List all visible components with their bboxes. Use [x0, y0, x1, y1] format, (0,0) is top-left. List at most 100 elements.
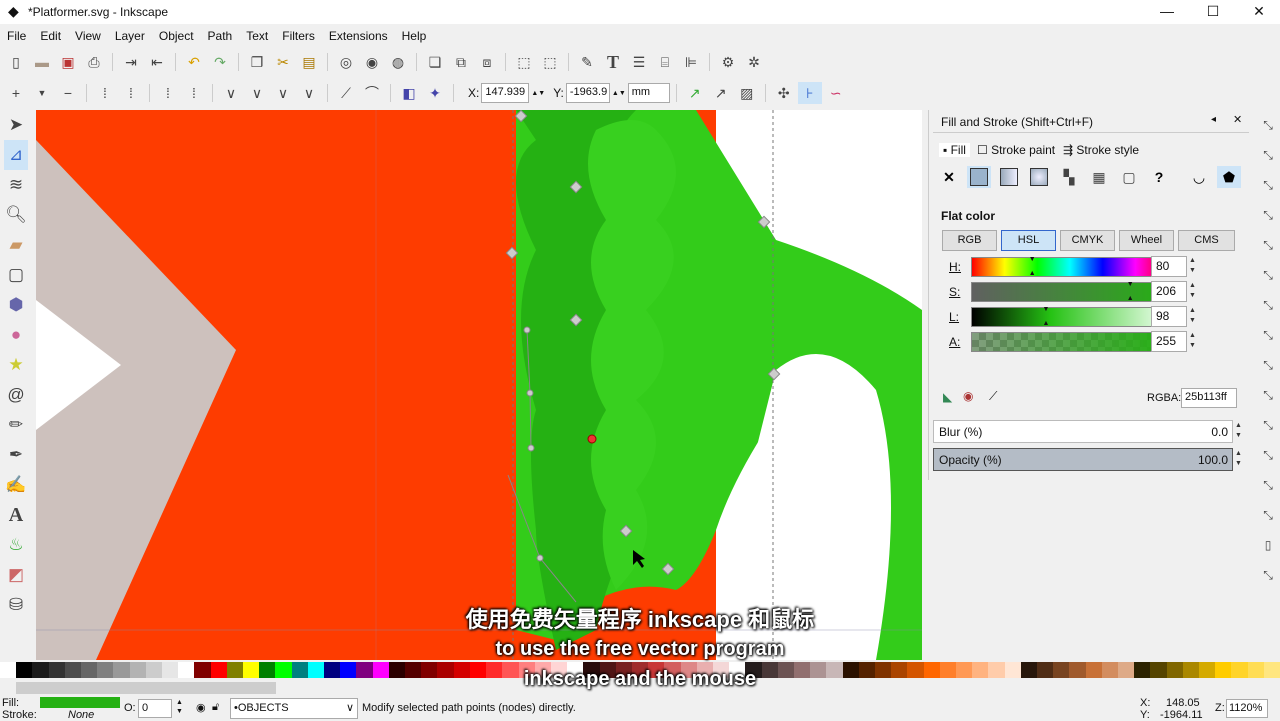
snap-bbox-icon[interactable]: ⤡ — [1256, 140, 1280, 170]
panel-collapse-icon[interactable]: ◂ — [1211, 114, 1216, 125]
color-picker-icon[interactable]: ⟋ — [989, 389, 997, 404]
stroke-indicator[interactable]: None — [68, 709, 94, 721]
no-paint-icon[interactable]: ✕ — [937, 166, 961, 188]
align-icon[interactable]: ⊫ — [679, 51, 703, 73]
mode-cmyk-button[interactable]: CMYK — [1060, 230, 1115, 251]
status-opacity-input[interactable]: 0 — [138, 699, 172, 718]
break-path-icon[interactable]: ⁞ — [119, 82, 143, 104]
3d-box-tool-icon[interactable]: ⬢ — [4, 290, 28, 320]
zoom-tool-icon[interactable]: 🔍︎ — [4, 200, 28, 230]
join-segment-icon[interactable]: ⁞ — [156, 82, 180, 104]
layers-icon[interactable]: ☰ — [627, 51, 651, 73]
pattern-icon[interactable]: ▦ — [1087, 166, 1111, 188]
saturation-slider[interactable]: ▼ ▲ — [971, 281, 1169, 302]
clone-icon[interactable]: ❏ — [423, 51, 447, 73]
unset-paint-icon[interactable]: ? — [1147, 166, 1171, 188]
unit-select[interactable]: mm — [627, 83, 670, 103]
close-button[interactable]: ✕ — [1236, 0, 1280, 24]
zoom-drawing-icon[interactable]: ◉ — [360, 51, 384, 73]
snap-toggle-icon[interactable]: ⤡ — [1256, 110, 1280, 140]
raise-icon[interactable]: ⬚ — [538, 51, 562, 73]
show-bezier-handles-icon[interactable]: ⊦ — [797, 82, 822, 104]
measure-tool-icon[interactable]: ▰ — [4, 230, 28, 260]
tab-stroke-style[interactable]: ⇶ Stroke style — [1063, 143, 1139, 157]
panel-close-icon[interactable]: ✕ — [1233, 113, 1242, 126]
lower-icon[interactable]: ⬚ — [512, 51, 536, 73]
ellipse-tool-icon[interactable]: ● — [4, 320, 28, 350]
snap-bbox-corner-icon[interactable]: ⤡ — [1256, 200, 1280, 230]
smooth-node-icon[interactable]: ∨ — [245, 82, 269, 104]
xml-editor-icon[interactable]: ⌸ — [653, 51, 677, 73]
menu-object[interactable]: Object — [152, 26, 201, 46]
menu-extensions[interactable]: Extensions — [322, 26, 395, 46]
fill-stroke-icon[interactable]: ✎ — [575, 51, 599, 73]
undo-icon[interactable]: ↶ — [182, 51, 206, 73]
menu-path[interactable]: Path — [201, 26, 240, 46]
segment-line-icon[interactable]: ⟋ — [334, 82, 358, 104]
x-spinner[interactable]: ▲▼ — [531, 90, 545, 97]
y-spinner[interactable]: ▲▼ — [612, 90, 626, 97]
eraser-tool-icon[interactable]: ◩ — [4, 560, 28, 590]
radial-gradient-icon[interactable] — [1027, 166, 1051, 188]
snap-center-icon[interactable]: ⤡ — [1256, 440, 1280, 470]
layer-select[interactable]: •OBJECTS ∨ — [230, 698, 358, 719]
show-handles-icon[interactable]: ↗ — [683, 82, 707, 104]
zoom-selection-icon[interactable]: ◎ — [334, 51, 358, 73]
snap-nodes-icon[interactable]: ⤡ — [1256, 260, 1280, 290]
insert-dropdown-icon[interactable]: ▼ — [30, 82, 54, 104]
saturation-spinner[interactable]: ▲ ▼ — [1189, 281, 1199, 302]
slider-marker[interactable]: ▼▲ — [1127, 281, 1134, 302]
cut-icon[interactable]: ✂ — [271, 51, 295, 73]
export-icon[interactable]: ⇤ — [145, 51, 169, 73]
import-icon[interactable]: ⇥ — [119, 51, 143, 73]
snap-cusp-icon[interactable]: ⤡ — [1256, 350, 1280, 380]
snap-rotation-center-icon[interactable]: ⤡ — [1256, 470, 1280, 500]
opacity-slider[interactable]: Opacity (%) 100.0 — [933, 448, 1233, 471]
menu-layer[interactable]: Layer — [108, 26, 152, 46]
document-properties-icon[interactable]: ⚙ — [716, 51, 740, 73]
snap-text-baseline-icon[interactable]: ⤡ — [1256, 500, 1280, 530]
text-font-icon[interactable]: T — [601, 51, 625, 73]
zoom-page-icon[interactable]: ◍ — [386, 51, 410, 73]
tweak-tool-icon[interactable]: ≋ — [4, 170, 28, 200]
fill-rule-evenodd-icon[interactable]: ◡ — [1187, 166, 1211, 188]
tab-fill[interactable]: ▪ Fill — [939, 143, 970, 157]
menu-file[interactable]: File — [0, 26, 33, 46]
rgba-input[interactable]: 25b113ff — [1181, 388, 1237, 408]
layer-lock-icon[interactable]: 🔓︎ — [212, 701, 219, 714]
rectangle-tool-icon[interactable]: ▢ — [4, 260, 28, 290]
x-coordinate-input[interactable]: 147.939 — [481, 83, 530, 103]
swatch-icon[interactable]: ▢ — [1117, 166, 1141, 188]
hue-input[interactable]: 80 — [1151, 256, 1187, 277]
alpha-spinner[interactable]: ▲ ▼ — [1189, 331, 1199, 352]
show-transform-handles-icon[interactable]: ✣ — [772, 82, 796, 104]
snap-intersection-icon[interactable]: ⤡ — [1256, 320, 1280, 350]
menu-help[interactable]: Help — [395, 26, 434, 46]
slider-marker[interactable]: ▼▲ — [1042, 306, 1049, 327]
menu-edit[interactable]: Edit — [33, 26, 68, 46]
status-opacity-spinner[interactable]: ▲ ▼ — [176, 698, 183, 716]
segment-curve-icon[interactable]: ⌒ — [360, 82, 384, 104]
snap-smooth-icon[interactable]: ⤡ — [1256, 380, 1280, 410]
join-nodes-icon[interactable]: ⁞ — [93, 82, 117, 104]
menu-text[interactable]: Text — [239, 26, 275, 46]
slider-marker[interactable]: ▼▲ — [1029, 256, 1036, 277]
minimize-button[interactable]: — — [1144, 0, 1190, 24]
redo-icon[interactable]: ↷ — [208, 51, 232, 73]
mode-wheel-button[interactable]: Wheel — [1119, 230, 1174, 251]
stroke-to-path-icon[interactable]: ✦ — [423, 82, 447, 104]
lightness-slider[interactable]: ▼ ▲ — [971, 306, 1169, 327]
insert-node-icon[interactable]: + — [4, 82, 28, 104]
lightness-input[interactable]: 98 — [1151, 306, 1187, 327]
group-icon[interactable]: ⧉ — [449, 51, 473, 73]
snap-path-icon[interactable]: ⤡ — [1256, 290, 1280, 320]
delete-segment-icon[interactable]: ⁞ — [182, 82, 206, 104]
mode-cms-button[interactable]: CMS — [1178, 230, 1235, 251]
drawing-canvas[interactable] — [36, 110, 922, 660]
pen-tool-icon[interactable]: ✒ — [4, 440, 28, 470]
alpha-input[interactable]: 255 — [1151, 331, 1187, 352]
pencil-tool-icon[interactable]: ✏ — [4, 410, 28, 440]
linear-gradient-icon[interactable] — [997, 166, 1021, 188]
blur-slider[interactable]: Blur (%) 0.0 — [933, 420, 1233, 443]
hue-slider[interactable]: ▼ ▲ — [971, 256, 1169, 277]
